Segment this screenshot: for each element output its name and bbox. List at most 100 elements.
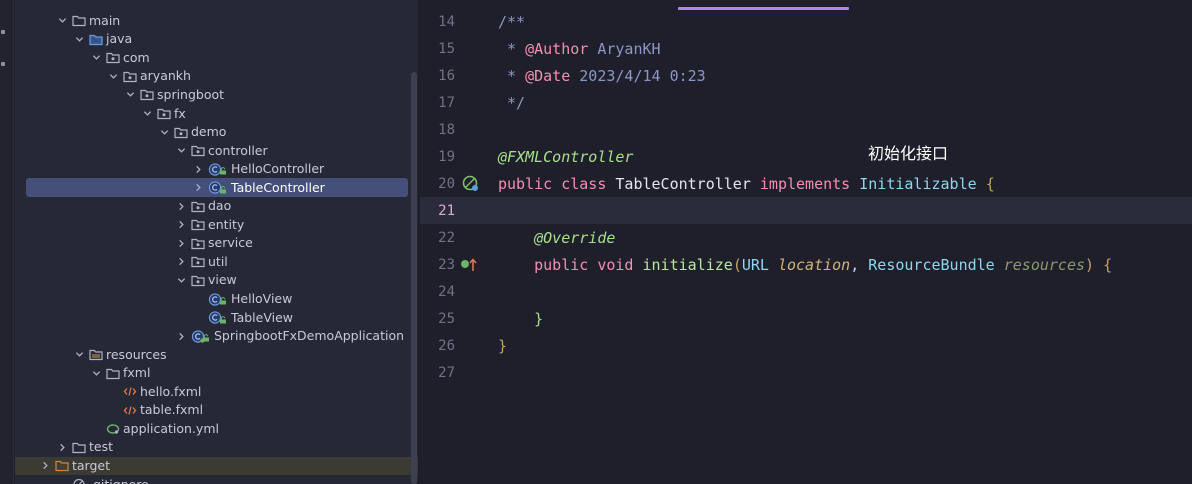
implements-gutter-icon[interactable] [461,174,479,192]
tree-item-com[interactable]: com [15,49,418,68]
chevron-down-icon[interactable] [89,366,103,380]
tree-item-entity[interactable]: entity [15,216,418,235]
chevron-right-icon[interactable] [55,440,69,454]
chevron-right-icon[interactable] [174,199,188,213]
chevron-right-icon[interactable] [174,255,188,269]
folder-icon [72,441,86,454]
code-editor[interactable]: 14 /** 15 * @Author AryanKH 16 * @Date 2… [420,0,1192,484]
package-icon [174,126,188,139]
comment-close: */ [498,93,526,112]
tree-item-view[interactable]: view [15,271,418,290]
package-icon [140,88,154,101]
javadoc-value: AryanKH [588,39,661,58]
comment-star: * [498,39,526,58]
tree-item-tableview[interactable]: TableView [15,308,418,327]
package-icon [157,107,171,120]
tree-item-label: controller [208,142,268,158]
line-number: 14 [438,13,455,30]
strip-marker-icon[interactable] [1,62,5,66]
javadoc-value: 2023/4/14 0:23 [570,66,706,85]
tree-item-table-fxml[interactable]: table.fxml [15,401,418,420]
fxml-file-icon [123,404,137,417]
tree-item-java[interactable]: java [15,30,418,49]
chevron-right-icon[interactable] [174,329,188,343]
tree-item-service[interactable]: service [15,234,418,253]
comma: , [850,255,860,274]
current-code-line[interactable]: 21 [420,197,1192,224]
tree-item-fxml[interactable]: fxml [15,364,418,383]
tree-item-util[interactable]: util [15,253,418,272]
tree-item-main[interactable]: main [15,12,418,31]
javadoc-tag: @Date [525,66,571,85]
tree-scrollbar[interactable] [411,72,417,484]
chevron-down-icon[interactable] [106,69,120,83]
code-line: 22 @Override [420,224,1192,251]
tree-item-tablecontroller[interactable]: TableController [26,178,408,197]
package-icon [191,218,205,231]
tree-item-hello-fxml[interactable]: hello.fxml [15,383,418,402]
keyword: void [597,255,634,274]
tree-item-label: fxml [123,365,151,381]
comment-star: * [498,66,526,85]
chevron-down-icon[interactable] [174,144,188,158]
tree-item-label: fx [174,105,186,121]
package-icon [191,255,205,268]
chevron-down-icon[interactable] [174,273,188,287]
code-line: 19 @FXMLController [420,143,1192,170]
tree-item-helloview[interactable]: HelloView [15,290,418,309]
tree-item-target[interactable]: target [15,456,418,476]
code-line: 20 public class TableController implemen… [420,170,1192,197]
brace: { [1103,255,1113,274]
tree-item-springbootfxdemoapplication[interactable]: SpringbootFxDemoApplication [15,327,418,346]
param-name: location [777,255,851,274]
line-number: 15 [438,40,455,57]
keyword: public [534,255,589,274]
tree-item-demo[interactable]: demo [15,123,418,142]
chevron-down-icon[interactable] [157,125,171,139]
code-line: 27 [420,359,1192,386]
access-lock-icon [219,315,227,324]
tree-item-test[interactable]: test [15,438,418,457]
tree-item-label: resources [106,346,167,362]
tree-item-label: HelloView [231,291,293,306]
tree-item-label: util [208,253,228,269]
tree-item-hellocontroller[interactable]: HelloController [15,160,418,179]
tree-item-aryankh[interactable]: aryankh [15,67,418,86]
chevron-down-icon[interactable] [72,32,86,46]
tree-item-label: test [89,439,114,455]
project-tree: main java com aryankh springboot fx demo contro… [15,0,419,484]
brace: } [534,309,544,328]
tree-item-springboot[interactable]: springboot [15,86,418,105]
tree-item-controller[interactable]: controller [15,141,418,160]
tree-item-resources[interactable]: resources [15,345,418,364]
keyword: public [498,174,553,193]
chevron-right-icon[interactable] [191,162,205,176]
chevron-down-icon[interactable] [55,14,69,28]
chevron-right-icon[interactable] [38,459,52,473]
line-number: 22 [438,229,455,246]
tree-item-application-yml[interactable]: application.yml [15,420,418,439]
chevron-down-icon[interactable] [72,348,86,362]
chevron-down-icon[interactable] [89,51,103,65]
tree-item-label: service [208,235,253,251]
ignore-file-icon [72,478,86,484]
tree-item-dao[interactable]: dao [15,197,418,216]
override-gutter-icon[interactable] [460,257,478,273]
chevron-down-icon[interactable] [140,107,154,121]
folder-icon [106,367,120,380]
chevron-right-icon[interactable] [174,218,188,232]
chevron-right-icon[interactable] [191,181,205,195]
tree-item-label: entity [208,216,245,232]
tree-item-gitignore[interactable]: .gitignore [15,475,418,484]
tree-item-label: application.yml [123,420,219,436]
chevron-right-icon[interactable] [174,236,188,250]
chevron-down-icon[interactable] [123,88,137,102]
param-type: URL [741,255,769,274]
tree-item-fx[interactable]: fx [15,104,418,123]
strip-marker-icon[interactable] [1,30,5,34]
javadoc-tag: @Author [525,39,589,58]
param-name: resources [1003,255,1086,274]
